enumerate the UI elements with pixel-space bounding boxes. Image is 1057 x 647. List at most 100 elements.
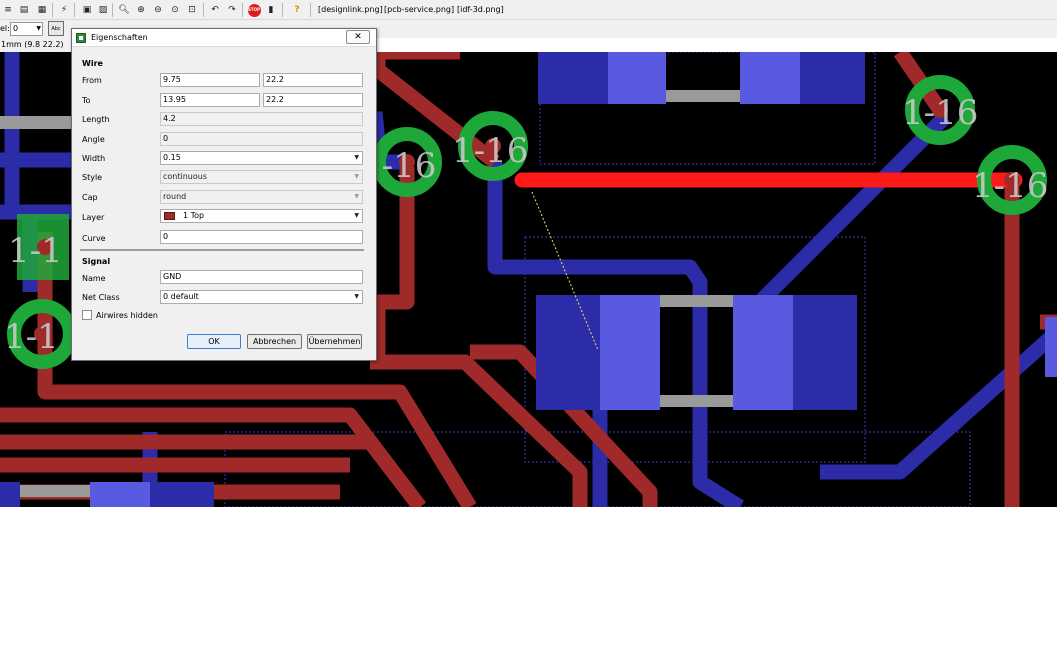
smd-pad: [733, 295, 793, 410]
properties-dialog: Eigenschaften ✕ Wire From 9.75 22.2 To 1…: [71, 28, 377, 361]
zoom-in-icon[interactable]: ⊕: [133, 2, 149, 18]
style-label: Style: [82, 173, 103, 182]
smd-pad: [600, 295, 660, 410]
toolbar-divider: [52, 3, 53, 17]
smd-pad: [800, 52, 865, 104]
pad-label: 1-1: [8, 231, 63, 271]
main-toolbar: ≡ ▤ ▦ ⚡ ▣ ▨ 🔍︎ ⊕ ⊖ ⊙ ⊡ ↶ ↷ STOP ▮ ? [des…: [0, 0, 1057, 20]
zoom-fit-icon[interactable]: 🔍︎: [116, 2, 132, 18]
idf-3d-link[interactable]: [idf-3d.png]: [457, 5, 504, 14]
ok-button[interactable]: OK: [187, 334, 241, 349]
netclass-label: Net Class: [82, 293, 120, 302]
stop-icon: STOP: [247, 3, 261, 17]
from-x-field[interactable]: 9.75: [160, 73, 260, 87]
go-icon[interactable]: ▮: [263, 2, 279, 18]
angle-label: Angle: [82, 135, 105, 144]
airwires-hidden-checkbox[interactable]: [82, 310, 92, 320]
to-y-field[interactable]: 22.2: [263, 93, 363, 107]
chevron-down-icon: ▼: [354, 293, 359, 300]
style-value: continuous: [163, 172, 207, 181]
smd-pad: [536, 295, 601, 410]
redo-icon[interactable]: ↷: [224, 2, 240, 18]
signal-name-field[interactable]: GND: [160, 270, 363, 284]
smd-pad: [740, 52, 800, 104]
airwires-hidden-label: Airwires hidden: [96, 311, 158, 320]
from-label: From: [82, 76, 102, 85]
toolbar-divider: [282, 3, 283, 17]
angle-field: 0: [160, 132, 363, 146]
toolbar-divider: [112, 3, 113, 17]
length-field: 4.2: [160, 112, 363, 126]
width-label: Width: [82, 154, 106, 163]
chevron-down-icon: ▼: [36, 25, 41, 32]
smd-pad: [90, 482, 150, 507]
grid-icon[interactable]: ▦: [34, 2, 50, 18]
toolbar-divider: [242, 3, 243, 17]
drc-icon[interactable]: ▣: [79, 2, 95, 18]
designlink-link[interactable]: [designlink.png]: [318, 5, 383, 14]
cap-label: Cap: [82, 193, 98, 202]
help-icon[interactable]: ?: [289, 2, 305, 18]
cancel-button[interactable]: Abbrechen: [247, 334, 302, 349]
cap-combo[interactable]: round ▼: [160, 190, 363, 204]
layer-select-value: 0: [13, 24, 19, 33]
close-icon: ✕: [354, 32, 362, 42]
display-icon[interactable]: ▤: [16, 2, 32, 18]
zoom-redraw-icon[interactable]: ⊙: [167, 2, 183, 18]
chevron-down-icon: ▼: [354, 193, 359, 200]
netclass-combo[interactable]: 0 default ▼: [160, 290, 363, 304]
length-label: Length: [82, 115, 110, 124]
layer-combo[interactable]: 1 Top ▼: [160, 209, 363, 223]
eagle-app-icon: [76, 33, 86, 43]
layer-label: el:: [0, 24, 10, 33]
zoom-out-icon[interactable]: ⊖: [150, 2, 166, 18]
pad-label: 1-16: [452, 131, 528, 171]
toolbar-divider: [203, 3, 204, 17]
curve-label: Curve: [82, 234, 106, 243]
pad-label: 1-16: [972, 166, 1048, 206]
stop-button[interactable]: STOP: [246, 2, 262, 18]
pad-label: 1-16: [902, 93, 978, 133]
smd-pad: [793, 295, 857, 410]
bottom-trace: [754, 111, 951, 308]
layer-label: Layer: [82, 213, 105, 222]
zoom-area-icon[interactable]: ⊡: [184, 2, 200, 18]
toolbar-divider: [310, 3, 311, 17]
layer-color-swatch: [164, 212, 175, 220]
apply-button[interactable]: Übernehmen: [307, 334, 362, 349]
section-divider: [80, 249, 364, 251]
smd-pad: [608, 52, 666, 104]
netclass-value: 0 default: [163, 292, 199, 301]
cap-value: round: [163, 192, 187, 201]
erc-icon[interactable]: ▨: [95, 2, 111, 18]
close-button[interactable]: ✕: [346, 30, 370, 44]
smd-pad: [150, 482, 214, 507]
layer-settings-icon[interactable]: ≡: [0, 2, 16, 18]
smd-pad: [1045, 317, 1057, 377]
ratsnest-icon[interactable]: ⚡: [56, 2, 72, 18]
pad-label: 1-1: [4, 317, 59, 357]
coordinate-display: 1mm (9.8 22.2): [0, 38, 72, 52]
smd-pad: [0, 482, 20, 507]
name-label: Name: [82, 274, 106, 283]
wire-section-title: Wire: [82, 59, 103, 68]
toolbar-divider: [74, 3, 75, 17]
dialog-titlebar[interactable]: Eigenschaften ✕: [72, 29, 376, 47]
pcb-service-link[interactable]: [pcb-service.png]: [384, 5, 454, 14]
to-label: To: [82, 96, 91, 105]
layer-select[interactable]: 0 ▼: [10, 22, 43, 36]
from-y-field[interactable]: 22.2: [263, 73, 363, 87]
width-combo[interactable]: 0.15 ▼: [160, 151, 363, 165]
signal-section-title: Signal: [82, 257, 111, 266]
width-value: 0.15: [163, 153, 181, 162]
style-combo[interactable]: continuous ▼: [160, 170, 363, 184]
dialog-title: Eigenschaften: [91, 33, 148, 42]
chevron-down-icon: ▼: [354, 212, 359, 219]
to-x-field[interactable]: 13.95: [160, 93, 260, 107]
curve-field[interactable]: 0: [160, 230, 363, 244]
layer-value: 1 Top: [183, 211, 205, 220]
undo-icon[interactable]: ↶: [207, 2, 223, 18]
chevron-down-icon: ▼: [354, 154, 359, 161]
smd-pad: [538, 52, 608, 104]
text-mode-button[interactable]: Abc: [48, 21, 64, 36]
